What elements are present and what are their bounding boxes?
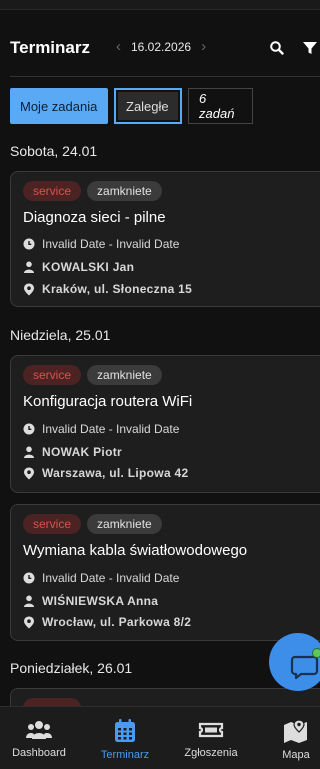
online-status-dot [312,648,320,658]
current-date[interactable]: 16.02.2026 [131,40,191,54]
day-header: Poniedziałek, 26.01 [10,660,133,676]
overdue-button[interactable]: Zaległe [114,88,182,124]
my-tasks-button[interactable]: Moje zadania [10,88,108,124]
task-address-row: Kraków, ul. Słoneczna 15 [23,282,192,296]
nav-label: Terminarz [100,749,150,761]
type-badge: service [23,365,82,385]
task-person: WIŚNIEWSKA Anna [42,594,159,608]
day-header: Niedziela, 25.01 [10,327,111,343]
header-divider [10,76,320,77]
type-badge: service [23,181,82,201]
day-header: Sobota, 24.01 [10,143,98,159]
location-pin-icon [24,616,34,628]
nav-calendar[interactable]: Terminarz [86,707,164,769]
task-person-row: KOWALSKI Jan [23,260,134,274]
task-title: Diagnoza sieci - pilne [23,209,166,226]
task-address-row: Wrocław, ul. Parkowa 8/2 [23,615,191,629]
users-icon [26,721,52,739]
task-tags: service zamkniete [23,514,162,534]
task-title: Konfiguracja routera WiFi [23,393,193,410]
ticket-icon [198,722,224,738]
task-person: NOWAK Piotr [42,445,122,459]
filter-icon[interactable] [302,40,318,56]
task-tags: service zamkniete [23,181,162,201]
clock-icon [23,423,35,435]
header: Terminarz ‹ 16.02.2026 › [0,30,320,66]
location-pin-icon [24,283,34,295]
clock-icon [23,572,35,584]
filter-bar: Moje zadania Zaległe 6 zadań [10,88,253,124]
task-count-button[interactable]: 6 zadań [188,88,253,124]
task-time-row: Invalid Date - Invalid Date [23,571,179,585]
search-icon[interactable] [269,40,285,56]
page-title: Terminarz [10,38,90,57]
task-title: Wymiana kabla światłowodowego [23,542,248,559]
nav-label: Zgłoszenia [184,747,238,759]
task-address: Warszawa, ul. Lipowa 42 [42,466,189,480]
task-card[interactable]: service zamkniete Konfiguracja routera W… [10,355,320,493]
map-icon [284,719,307,743]
location-pin-icon [24,467,34,479]
nav-dashboard[interactable]: Dashboard [0,707,78,769]
task-time: Invalid Date - Invalid Date [42,571,180,585]
chat-icon [290,655,319,680]
task-time-row: Invalid Date - Invalid Date [23,237,179,251]
bottom-navigation: Dashboard Terminarz Zgłoszenia Mapa [0,706,320,769]
user-icon [24,261,34,273]
task-address: Kraków, ul. Słoneczna 15 [42,282,193,296]
task-person: KOWALSKI Jan [42,260,135,274]
top-strip [0,0,320,10]
status-badge: zamkniete [87,514,162,534]
task-person-row: NOWAK Piotr [23,445,122,459]
task-address-row: Warszawa, ul. Lipowa 42 [23,466,189,480]
user-icon [24,595,34,607]
task-tags: service zamkniete [23,365,162,385]
task-card[interactable]: service zamkniete Diagnoza sieci - pilne… [10,171,320,307]
type-badge: service [23,514,82,534]
task-time: Invalid Date - Invalid Date [42,237,180,251]
date-navigator: ‹ 16.02.2026 › [116,39,206,55]
clock-icon [23,238,35,250]
chat-fab[interactable] [269,633,320,691]
nav-tickets[interactable]: Zgłoszenia [172,707,250,769]
task-address: Wrocław, ul. Parkowa 8/2 [42,615,192,629]
task-person-row: WIŚNIEWSKA Anna [23,594,158,608]
nav-label: Mapa [282,749,310,761]
status-badge: zamkniete [87,181,162,201]
task-time: Invalid Date - Invalid Date [42,422,180,436]
calendar-icon [115,719,135,742]
nav-label: Dashboard [12,747,66,759]
task-time-row: Invalid Date - Invalid Date [23,422,179,436]
chevron-left-icon[interactable]: ‹ [116,39,121,55]
task-card[interactable]: service zamkniete Wymiana kabla światłow… [10,504,320,641]
nav-map[interactable]: Mapa [258,707,320,769]
user-icon [24,446,34,458]
chevron-right-icon[interactable]: › [201,39,206,55]
status-badge: zamkniete [87,365,162,385]
